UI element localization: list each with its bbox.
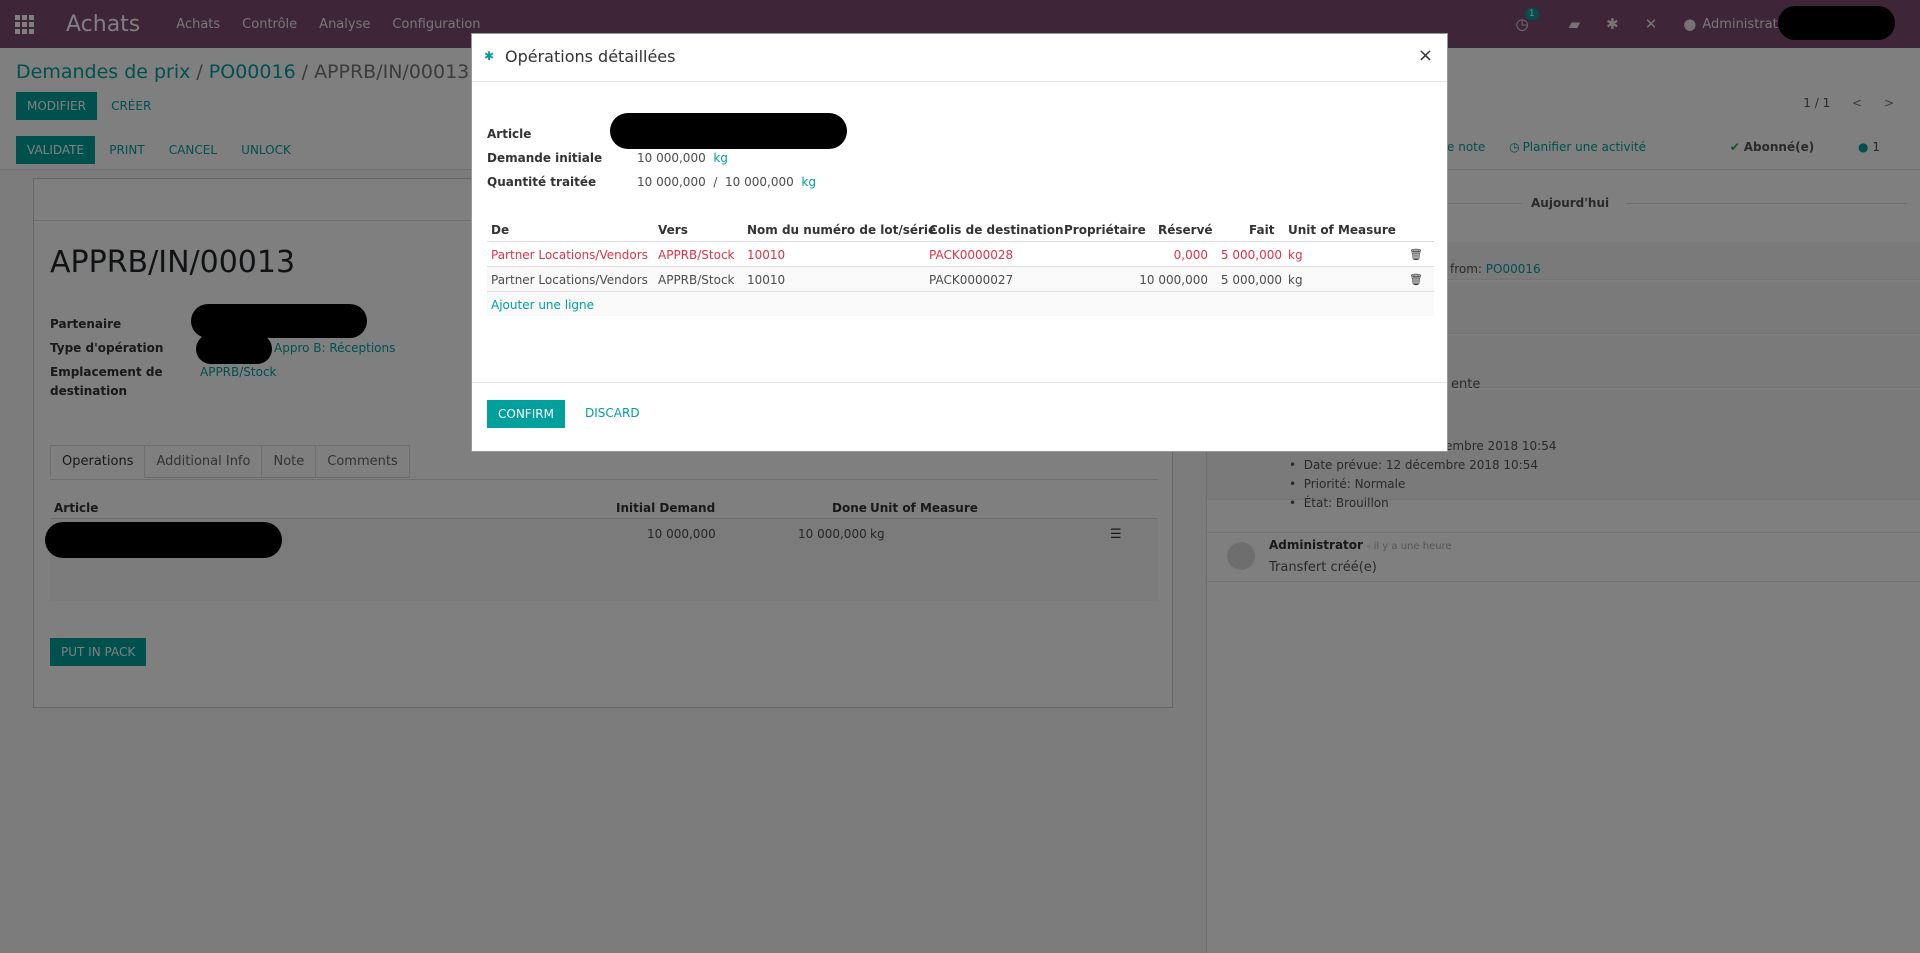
detailed-operations-dialog: ✱ Opérations détaillées × Article Demand…: [471, 33, 1448, 452]
initial-demand-value: 10 000,000 kg: [637, 151, 728, 165]
row2-done[interactable]: 5 000,000: [1212, 273, 1282, 287]
processed-total: 10 000,000: [725, 175, 794, 189]
row1-pack[interactable]: PACK0000028: [929, 248, 1013, 262]
processed-qty-value: 10 000,000 / 10 000,000 kg: [637, 175, 816, 189]
add-line-link[interactable]: Ajouter une ligne: [491, 298, 594, 312]
col-dest-pack[interactable]: Colis de destination: [929, 223, 1064, 237]
row2-to[interactable]: APPRB/Stock: [658, 273, 735, 287]
bug-icon: ✱: [484, 49, 495, 63]
row1-lot[interactable]: 10010: [747, 248, 785, 262]
col-owner[interactable]: Propriétaire: [1064, 223, 1146, 237]
col-lot[interactable]: Nom du numéro de lot/série: [747, 223, 936, 237]
col-done[interactable]: Fait: [1249, 223, 1274, 237]
row2-lot[interactable]: 10010: [747, 273, 785, 287]
row1-reserved: 0,000: [1173, 248, 1208, 262]
row1-uom[interactable]: kg: [1288, 248, 1303, 262]
processed-unit[interactable]: kg: [801, 175, 816, 189]
add-line-row: [487, 292, 1434, 316]
redacted-dialog-article: [610, 113, 847, 149]
row1-from[interactable]: Partner Locations/Vendors: [491, 248, 648, 262]
col-uom[interactable]: Unit of Measure: [1288, 223, 1396, 237]
processed-done[interactable]: 10 000,000: [637, 175, 706, 189]
col-reserved[interactable]: Réservé: [1158, 223, 1213, 237]
initial-demand-unit[interactable]: kg: [713, 151, 728, 165]
row1-trash-icon[interactable]: 🗑: [1409, 248, 1423, 261]
dialog-title: Opérations détaillées: [505, 47, 676, 66]
article-label: Article: [487, 127, 532, 141]
col-to[interactable]: Vers: [658, 223, 688, 237]
dialog-header: ✱ Opérations détaillées ×: [472, 34, 1447, 82]
dialog-footer: [472, 382, 1447, 383]
row1-done[interactable]: 5 000,000: [1212, 248, 1282, 262]
row2-pack[interactable]: PACK0000027: [929, 273, 1013, 287]
confirm-button[interactable]: CONFIRM: [487, 400, 565, 428]
processed-qty-label: Quantité traitée: [487, 175, 597, 189]
row2-uom[interactable]: kg: [1288, 273, 1303, 287]
row1-to[interactable]: APPRB/Stock: [658, 248, 735, 262]
row2-from[interactable]: Partner Locations/Vendors: [491, 273, 648, 287]
discard-button[interactable]: DISCARD: [575, 400, 650, 426]
initial-demand-label: Demande initiale: [487, 151, 603, 165]
close-icon[interactable]: ×: [1418, 45, 1433, 66]
col-from[interactable]: De: [491, 223, 509, 237]
row2-trash-icon[interactable]: 🗑: [1409, 273, 1423, 286]
row2-reserved: 10 000,000: [1139, 273, 1208, 287]
